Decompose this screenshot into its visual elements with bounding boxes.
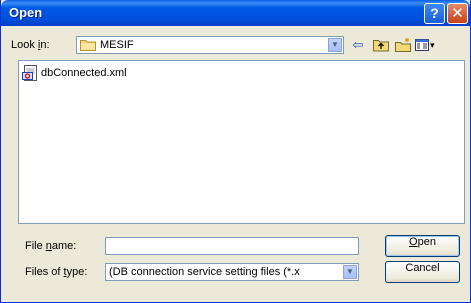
folder-icon <box>80 40 96 51</box>
open-button[interactable]: Open <box>385 235 460 257</box>
xml-file-icon <box>22 65 37 81</box>
look-in-value: MESIF <box>100 39 134 51</box>
file-name-input[interactable] <box>105 237 359 255</box>
view-menu-caret: ▾ <box>430 40 435 50</box>
files-of-type-label: Files of type: <box>25 266 88 278</box>
back-icon[interactable]: ⇦ <box>349 37 367 53</box>
open-button-accel: O <box>409 236 418 248</box>
open-dialog: Open ? ✕ Look in: MESIF ▼ ⇦ ▾ dbConnecte… <box>0 0 471 303</box>
cancel-button[interactable]: Cancel <box>385 261 460 283</box>
files-of-type-dropdown-arrow[interactable]: ▼ <box>343 265 357 279</box>
new-folder-icon[interactable] <box>394 37 412 53</box>
file-list[interactable]: dbConnected.xml <box>18 60 465 224</box>
up-folder-icon[interactable] <box>372 37 390 53</box>
look-in-dropdown-arrow[interactable]: ▼ <box>328 38 342 52</box>
file-name-label: File name: <box>25 240 77 252</box>
files-of-type-value: (DB connection service setting files (*.… <box>109 266 300 278</box>
close-button[interactable]: ✕ <box>447 3 468 24</box>
window-title: Open <box>9 5 43 20</box>
close-icon: ✕ <box>451 5 464 22</box>
help-button[interactable]: ? <box>424 3 445 24</box>
file-name-text: dbConnected.xml <box>41 67 127 79</box>
title-bar[interactable]: Open ? ✕ <box>1 0 470 26</box>
view-menu-icon[interactable]: ▾ <box>415 37 439 53</box>
view-grid-icon <box>415 39 429 51</box>
help-icon: ? <box>430 5 439 21</box>
open-button-label: pen <box>417 236 436 248</box>
look-in-combobox[interactable]: MESIF ▼ <box>76 36 344 54</box>
look-in-label: Look in: <box>11 39 50 51</box>
files-of-type-combobox[interactable]: (DB connection service setting files (*.… <box>105 263 359 281</box>
